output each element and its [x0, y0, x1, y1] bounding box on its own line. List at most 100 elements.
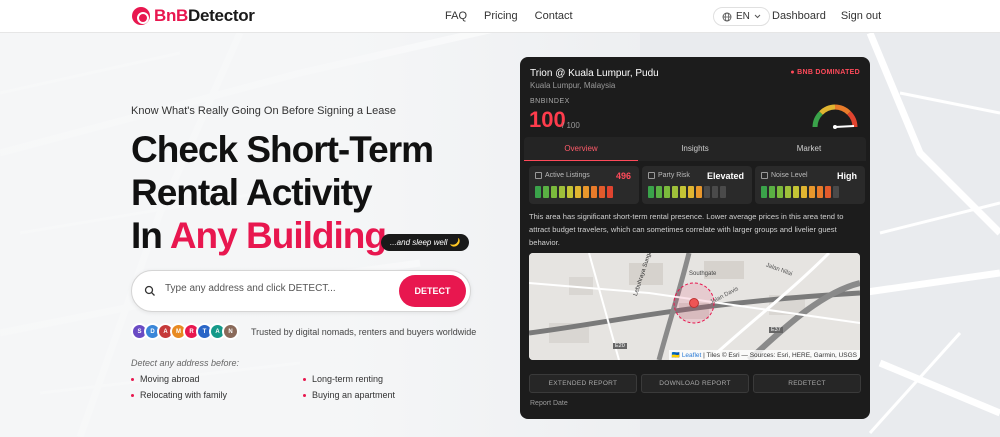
metric-party-risk: Party Risk Elevated — [642, 166, 752, 204]
metric-bars — [648, 186, 726, 198]
logo-prefix: BnB — [154, 6, 189, 25]
use-cases-list: Moving abroad Long-term renting Relocati… — [131, 374, 475, 400]
tab-insights[interactable]: Insights — [638, 137, 752, 161]
metric-bar-segment — [777, 186, 783, 198]
metric-bar-segment — [825, 186, 831, 198]
report-actions: EXTENDED REPORT DOWNLOAD REPORT REDETECT — [529, 374, 861, 393]
detect-button[interactable]: DETECT — [399, 275, 466, 307]
avatar-group: SDAMRTAN — [131, 323, 239, 340]
metric-bar-segment — [785, 186, 791, 198]
sleep-well-pill: ...and sleep well 🌙 — [381, 234, 469, 251]
bullet-dot — [303, 393, 306, 397]
analysis-description: This area has significant short-term ren… — [529, 212, 844, 247]
nav-pricing[interactable]: Pricing — [484, 10, 518, 22]
volume-icon — [761, 172, 768, 179]
use-case-item: Long-term renting — [303, 374, 475, 384]
metric-bars — [761, 186, 839, 198]
use-case-label: Long-term renting — [312, 374, 384, 384]
location-map[interactable]: Southgate Jalan Davis Jalan Nilai Lebuhr… — [529, 253, 860, 360]
metric-bar-segment — [761, 186, 767, 198]
building-icon — [535, 172, 542, 179]
metric-bar-segment — [833, 186, 839, 198]
metric-bar-segment — [664, 186, 670, 198]
logo[interactable]: BnBDetector — [132, 6, 255, 26]
metric-bar-segment — [672, 186, 678, 198]
address-input[interactable] — [165, 283, 395, 294]
account-nav: Dashboard Sign out — [772, 10, 881, 22]
metric-bar-segment — [704, 186, 710, 198]
nav-dashboard[interactable]: Dashboard — [772, 10, 826, 22]
warning-icon — [648, 172, 655, 179]
metric-label: Noise Level — [771, 172, 808, 179]
metric-bar-segment — [696, 186, 702, 198]
nav-faq[interactable]: FAQ — [445, 10, 467, 22]
tab-market[interactable]: Market — [752, 137, 866, 161]
use-case-item: Buying an apartment — [303, 390, 475, 400]
nav-contact[interactable]: Contact — [535, 10, 573, 22]
leaflet-link[interactable]: 🇺🇦 Leaflet — [672, 352, 701, 359]
use-case-item: Relocating with family — [131, 390, 303, 400]
metric-bar-segment — [648, 186, 654, 198]
trust-row: SDAMRTAN Trusted by digital nomads, rent… — [131, 323, 476, 340]
card-tabs: Overview Insights Market — [524, 137, 866, 161]
main-nav: FAQ Pricing Contact — [445, 10, 573, 22]
extended-report-button[interactable]: EXTENDED REPORT — [529, 374, 637, 393]
metric-value: High — [837, 171, 857, 181]
gauge-icon — [812, 104, 858, 129]
metric-bar-segment — [769, 186, 775, 198]
logo-icon — [132, 7, 150, 25]
headline-line-2: Rental Activity — [131, 172, 373, 213]
use-case-label: Relocating with family — [140, 390, 228, 400]
report-card: Trion @ Kuala Lumpur, Pudu Kuala Lumpur,… — [520, 57, 870, 419]
download-report-button[interactable]: DOWNLOAD REPORT — [641, 374, 749, 393]
bnbindex-label: BNBINDEX — [530, 98, 570, 105]
headline-prefix: In — [131, 215, 163, 256]
metric-label-row: Party Risk — [648, 172, 690, 179]
chevron-down-icon — [754, 14, 761, 19]
use-case-item: Moving abroad — [131, 374, 303, 384]
headline-line-1: Check Short-Term — [131, 129, 434, 170]
metric-noise-level: Noise Level High — [755, 166, 865, 204]
metric-bar-segment — [575, 186, 581, 198]
tab-overview[interactable]: Overview — [524, 137, 638, 161]
detect-before-label: Detect any address before: — [131, 358, 240, 368]
hero-tagline: Know What's Really Going On Before Signi… — [131, 105, 397, 117]
metric-bars — [535, 186, 613, 198]
metric-bar-segment — [535, 186, 541, 198]
metric-bar-segment — [680, 186, 686, 198]
property-location: Kuala Lumpur, Malaysia — [530, 81, 616, 90]
property-title: Trion @ Kuala Lumpur, Pudu — [530, 68, 659, 79]
use-case-label: Buying an apartment — [312, 390, 396, 400]
metric-bar-segment — [712, 186, 718, 198]
search-icon — [144, 285, 155, 296]
attribution-text: | Tiles © Esri — Sources: Esri, HERE, Ga… — [701, 352, 857, 359]
metric-bar-segment — [809, 186, 815, 198]
metric-bar-segment — [559, 186, 565, 198]
nav-sign-out[interactable]: Sign out — [841, 10, 881, 22]
metric-bar-segment — [567, 186, 573, 198]
metric-bar-segment — [793, 186, 799, 198]
address-search-bar: DETECT — [131, 270, 471, 312]
metric-bar-segment — [543, 186, 549, 198]
metric-bar-segment — [607, 186, 613, 198]
redetect-button[interactable]: REDETECT — [753, 374, 861, 393]
metric-label: Active Listings — [545, 172, 590, 179]
report-date-label: Report Date — [530, 400, 568, 407]
avatar: N — [222, 323, 239, 340]
map-attribution: 🇺🇦 Leaflet | Tiles © Esri — Sources: Esr… — [668, 350, 860, 360]
metric-bar-segment — [583, 186, 589, 198]
metric-bar-segment — [817, 186, 823, 198]
language-selector[interactable]: EN — [713, 7, 770, 26]
headline-highlight: Any Building — [169, 215, 387, 256]
globe-icon — [722, 12, 732, 21]
map-label-e20: E20 — [613, 343, 627, 349]
metric-bar-segment — [551, 186, 557, 198]
language-label: EN — [736, 11, 750, 22]
bullet-dot — [131, 377, 134, 381]
metric-label: Party Risk — [658, 172, 690, 179]
metrics-row: Active Listings 496 Party Risk Elevated Nois… — [529, 166, 865, 204]
metric-value: 496 — [615, 171, 631, 181]
metric-bar-segment — [801, 186, 807, 198]
bullet-dot — [303, 377, 306, 381]
trust-text: Trusted by digital nomads, renters and b… — [251, 326, 477, 337]
